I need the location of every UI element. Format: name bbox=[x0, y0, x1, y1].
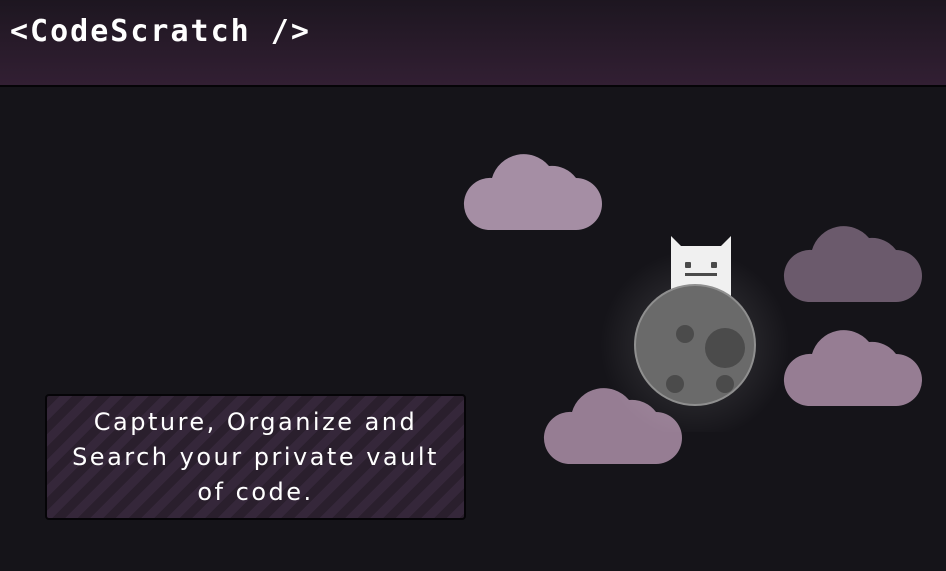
cloud-icon bbox=[463, 154, 602, 230]
cloud-icon bbox=[783, 226, 922, 302]
moon-icon bbox=[634, 284, 756, 406]
cloud-icon bbox=[783, 330, 922, 406]
app-logo[interactable]: <CodeScratch /> bbox=[10, 14, 311, 49]
cat-on-moon-icon bbox=[600, 236, 790, 432]
tagline-text: Capture, Organize and Search your privat… bbox=[72, 407, 439, 506]
tagline-box: Capture, Organize and Search your privat… bbox=[45, 394, 466, 520]
top-header: <CodeScratch /> bbox=[0, 0, 946, 87]
